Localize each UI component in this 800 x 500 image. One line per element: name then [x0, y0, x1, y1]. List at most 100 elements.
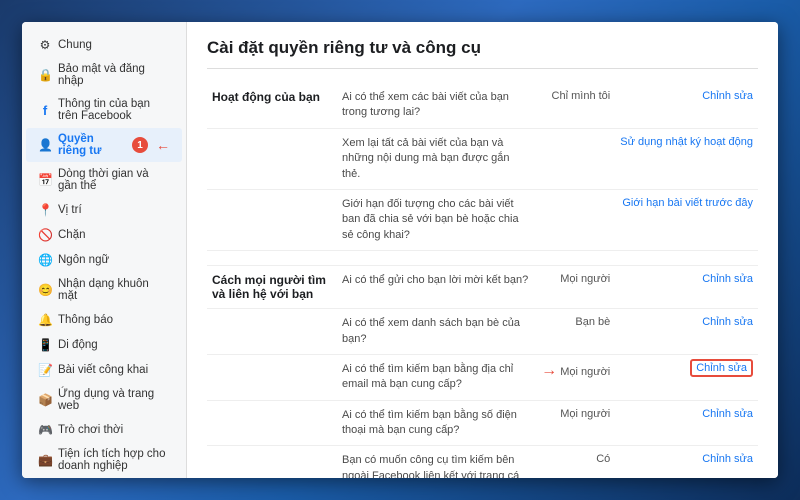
- sidebar-label-dong-thoi-gian: Dòng thời gian và gần thể: [58, 168, 170, 192]
- row-action[interactable]: Chỉnh sửa: [615, 446, 758, 478]
- sidebar-item-thong-tin[interactable]: f Thông tin của bạn trên Facebook: [26, 93, 182, 127]
- action-link[interactable]: Sử dụng nhật ký hoạt động: [620, 136, 753, 148]
- sidebar-label-chung: Chung: [58, 39, 170, 51]
- ngon-ngu-icon: 🌐: [38, 253, 52, 267]
- row-description: Ai có thể gửi cho bạn lời mời kết bạn?: [337, 266, 535, 309]
- sidebar-label-tien-ich: Tiện ích tích hợp cho doanh nghiệp: [58, 448, 170, 472]
- table-row: Cách mọi người tìm và liên hệ với bạnAi …: [207, 266, 758, 309]
- sidebar-label-bai-viet: Bài viết công khai: [58, 364, 170, 376]
- tro-choi-icon: 🎮: [38, 423, 52, 437]
- row-value: → Mọi người: [535, 354, 615, 400]
- sidebar-item-bao-mat[interactable]: 🔒 Bảo mật và đăng nhập: [26, 58, 182, 92]
- row-action[interactable]: Chỉnh sửa: [615, 266, 758, 309]
- sidebar-label-quyen-rieng-tu: Quyền riêng tư: [58, 133, 123, 157]
- di-dong-icon: 📱: [38, 338, 52, 352]
- main-content: Cài đặt quyền riêng tư và công cụ Hoạt đ…: [187, 22, 778, 478]
- sidebar-item-tien-ich[interactable]: 💼 Tiện ích tích hợp cho doanh nghiệp: [26, 443, 182, 477]
- section-label: [207, 309, 337, 355]
- section-label: [207, 189, 337, 250]
- tien-ich-icon: 💼: [38, 453, 52, 467]
- row-value: [535, 128, 615, 189]
- settings-window: ⚙ Chung 🔒 Bảo mật và đăng nhập f Thông tin củ…: [22, 22, 778, 478]
- row-action[interactable]: Sử dụng nhật ký hoạt động: [615, 128, 758, 189]
- section-label: [207, 446, 337, 478]
- row-value: Có: [535, 446, 615, 478]
- sidebar-item-dong-thoi-gian[interactable]: 📅 Dòng thời gian và gần thể: [26, 163, 182, 197]
- sidebar-item-di-dong[interactable]: 📱 Di động: [26, 333, 182, 357]
- sidebar-item-chan[interactable]: 🚫 Chặn: [26, 223, 182, 247]
- thong-tin-icon: f: [38, 103, 52, 118]
- row-value: [535, 189, 615, 250]
- bao-mat-icon: 🔒: [38, 68, 52, 82]
- row-description: Ai có thể tìm kiếm bạn bằng địa chỉ emai…: [337, 354, 535, 400]
- thong-bao-icon: 🔔: [38, 313, 52, 327]
- row-action[interactable]: Chỉnh sửa: [615, 400, 758, 446]
- sidebar-label-ung-dung: Ứng dụng và trang web: [58, 388, 170, 412]
- row-description: Xem lại tất cả bài viết của bạn và những…: [337, 128, 535, 189]
- section-label: Hoạt động của bạn: [207, 83, 337, 128]
- edit-button[interactable]: Chỉnh sửa: [702, 408, 753, 420]
- table-row: Ai có thể tìm kiếm bạn bằng số điện thoạ…: [207, 400, 758, 446]
- table-row: Hoạt động của bạnAi có thể xem các bài v…: [207, 83, 758, 128]
- sidebar-label-di-dong: Di động: [58, 339, 170, 351]
- sidebar-label-chan: Chặn: [58, 229, 170, 241]
- sidebar-label-thong-bao: Thông báo: [58, 314, 170, 326]
- edit-button[interactable]: Chỉnh sửa: [702, 316, 753, 328]
- row-value: Mọi người: [535, 266, 615, 309]
- section-label: [207, 128, 337, 189]
- table-row: Bạn có muốn công cụ tìm kiếm bên ngoài F…: [207, 446, 758, 478]
- row-value: Chỉ mình tôi: [535, 83, 615, 128]
- sidebar-label-nhan-dang: Nhận dạng khuôn mặt: [58, 278, 170, 302]
- table-row: Ai có thể tìm kiếm bạn bằng địa chỉ emai…: [207, 354, 758, 400]
- sidebar-item-thong-bao[interactable]: 🔔 Thông báo: [26, 308, 182, 332]
- row-description: Bạn có muốn công cụ tìm kiếm bên ngoài F…: [337, 446, 535, 478]
- sidebar-label-tro-choi: Trò chơi thời: [58, 424, 170, 436]
- badge2-arrow-icon: →: [541, 362, 557, 379]
- edit-button[interactable]: Chỉnh sửa: [690, 359, 753, 377]
- sidebar-item-quyen-rieng-tu[interactable]: 👤 Quyền riêng tư 1 ←: [26, 128, 182, 162]
- section-label: Cách mọi người tìm và liên hệ với bạn: [207, 266, 337, 309]
- badge-1: 1: [132, 137, 148, 153]
- settings-table: Hoạt động của bạnAi có thể xem các bài v…: [207, 83, 758, 478]
- bai-viet-icon: 📝: [38, 363, 52, 377]
- sidebar-label-ngon-ngu: Ngôn ngữ: [58, 254, 170, 266]
- page-title: Cài đặt quyền riêng tư và công cụ: [207, 38, 758, 69]
- row-action[interactable]: Chỉnh sửa: [615, 83, 758, 128]
- dong-thoi-gian-icon: 📅: [38, 173, 52, 187]
- sidebar-item-bai-viet[interactable]: 📝 Bài viết công khai: [26, 358, 182, 382]
- table-row: Ai có thể xem danh sách bạn bè của bạn?B…: [207, 309, 758, 355]
- table-row: Giới hạn đối tượng cho các bài viết ban …: [207, 189, 758, 250]
- section-label: [207, 400, 337, 446]
- quyen-rieng-tu-icon: 👤: [38, 138, 52, 152]
- sidebar-item-nhan-dang[interactable]: 😊 Nhận dạng khuôn mặt: [26, 273, 182, 307]
- vi-tri-icon: 📍: [38, 203, 52, 217]
- active-arrow-icon: ←: [156, 137, 170, 153]
- row-value: Bạn bè: [535, 309, 615, 355]
- sidebar-item-ngon-ngu[interactable]: 🌐 Ngôn ngữ: [26, 248, 182, 272]
- edit-button[interactable]: Chỉnh sửa: [702, 273, 753, 285]
- edit-button[interactable]: Chỉnh sửa: [702, 453, 753, 465]
- sidebar-label-thong-tin: Thông tin của bạn trên Facebook: [58, 98, 170, 122]
- chan-icon: 🚫: [38, 228, 52, 242]
- sidebar-item-ung-dung[interactable]: 📦 Ứng dụng và trang web: [26, 383, 182, 417]
- row-action[interactable]: Chỉnh sửa: [615, 354, 758, 400]
- edit-button[interactable]: Chỉnh sửa: [702, 90, 753, 102]
- row-description: Ai có thể tìm kiếm bạn bằng số điện thoạ…: [337, 400, 535, 446]
- action-link[interactable]: Giới hạn bài viết trước đây: [622, 197, 753, 209]
- row-action[interactable]: Giới hạn bài viết trước đây: [615, 189, 758, 250]
- sidebar-label-vi-tri: Vị trí: [58, 204, 170, 216]
- row-description: Ai có thể xem các bài viết của bạn trong…: [337, 83, 535, 128]
- row-action[interactable]: Chỉnh sửa: [615, 309, 758, 355]
- section-spacer: [207, 251, 758, 266]
- ung-dung-icon: 📦: [38, 393, 52, 407]
- row-value: Mọi người: [535, 400, 615, 446]
- sidebar-label-bao-mat: Bảo mật và đăng nhập: [58, 63, 170, 87]
- sidebar-item-vi-tri[interactable]: 📍 Vị trí: [26, 198, 182, 222]
- nhan-dang-icon: 😊: [38, 283, 52, 297]
- row-description: Giới hạn đối tượng cho các bài viết ban …: [337, 189, 535, 250]
- sidebar-item-tro-choi[interactable]: 🎮 Trò chơi thời: [26, 418, 182, 442]
- sidebar-item-chung[interactable]: ⚙ Chung: [26, 33, 182, 57]
- chung-icon: ⚙: [38, 38, 52, 52]
- sidebar: ⚙ Chung 🔒 Bảo mật và đăng nhập f Thông tin củ…: [22, 22, 187, 478]
- table-row: Xem lại tất cả bài viết của bạn và những…: [207, 128, 758, 189]
